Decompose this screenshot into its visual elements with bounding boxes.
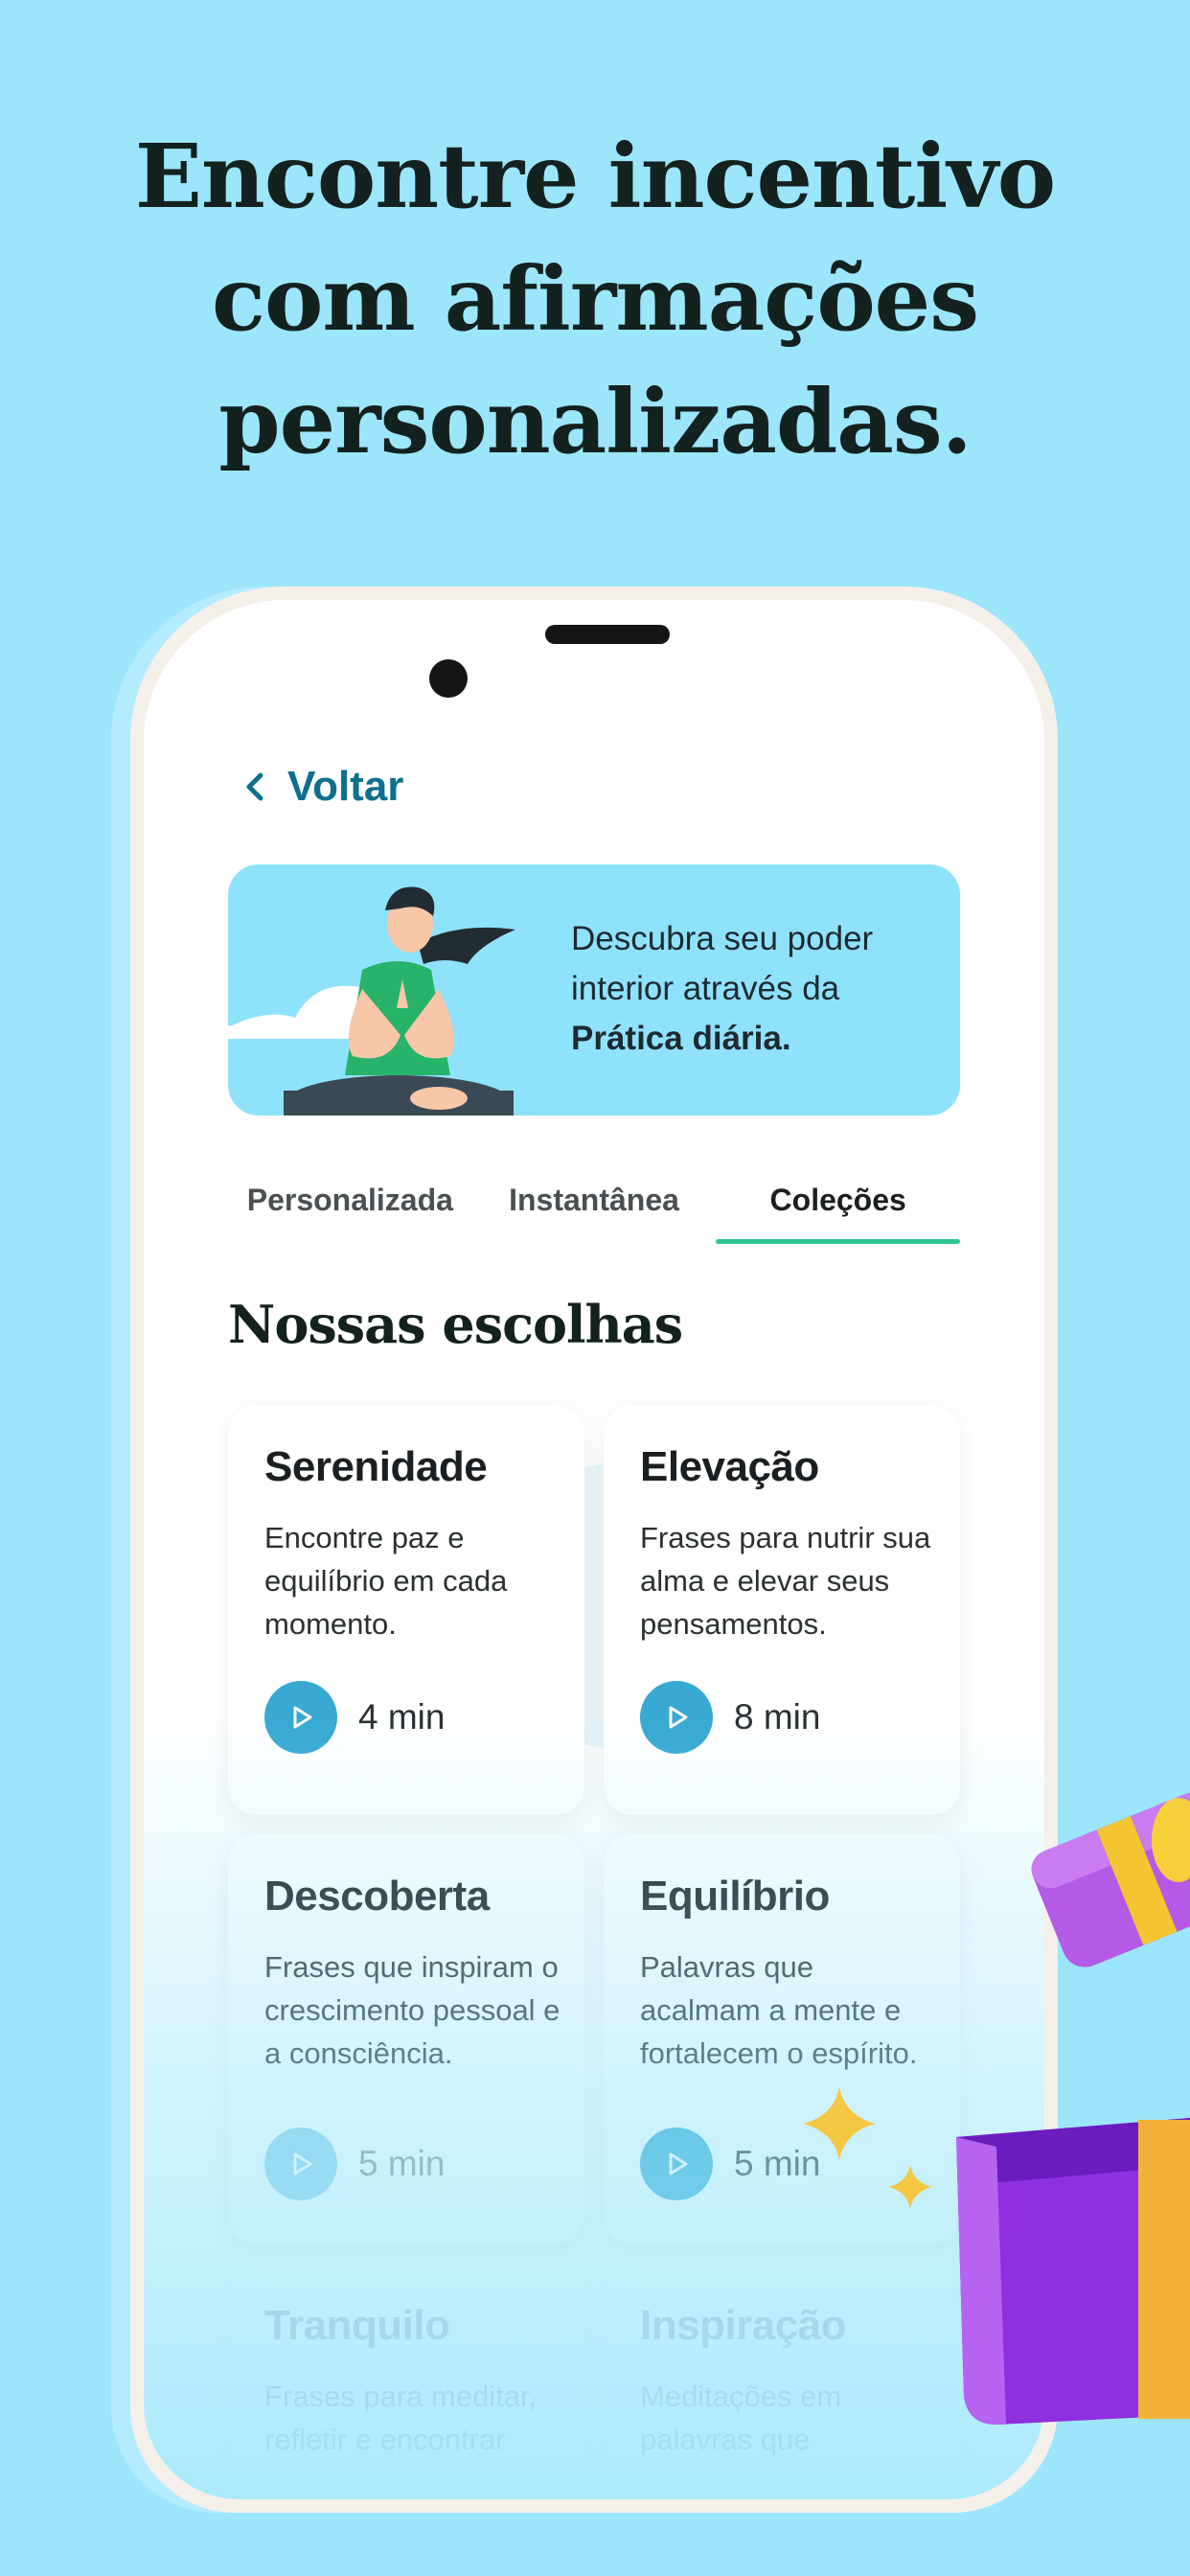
headline-line-1: Encontre incentivo — [134, 125, 1056, 228]
card-duration: 4 min — [358, 1697, 446, 1736]
play-button[interactable] — [640, 2128, 713, 2200]
card-description: Frases que inspiram o crescimento pessoa… — [264, 1950, 561, 2070]
card-duration: 8 min — [734, 1697, 821, 1736]
play-icon — [293, 2152, 312, 2175]
back-label: Voltar — [287, 763, 404, 810]
headline-line-3: personalizadas. — [218, 370, 973, 473]
phone-camera — [429, 659, 468, 698]
banner-line-3: Prática diária. — [571, 1020, 791, 1057]
tab-colecoes[interactable]: Coleções — [716, 1171, 960, 1244]
headline: Encontre incentivo com afirmações person… — [0, 115, 1190, 483]
card-description: Frases para nutrir sua alma e elevar seu… — [640, 1521, 931, 1641]
back-button[interactable]: Voltar — [241, 763, 403, 811]
practice-banner[interactable]: Descubra seu poder interior através da P… — [228, 864, 960, 1116]
card-title: Descoberta — [264, 1873, 490, 1920]
card-description: Palavras que acalmam a mente e fortalece… — [640, 1950, 918, 2070]
phone-screen: Voltar Descubra seu poder interior atrav… — [144, 600, 1044, 2499]
phone-speaker — [545, 625, 670, 644]
phone-frame: Voltar Descubra seu poder interior atrav… — [130, 586, 1058, 2513]
card-title: Tranquilo — [264, 2302, 450, 2349]
card-duration: 5 min — [358, 2144, 446, 2183]
tab-personalizada[interactable]: Personalizada — [228, 1171, 472, 1238]
play-icon — [669, 2152, 688, 2175]
card-play-row: 8 min — [640, 1681, 820, 1754]
tab-instantanea[interactable]: Instantânea — [472, 1171, 717, 1238]
banner-line-2: interior através da — [571, 970, 840, 1007]
collection-card-elevacao[interactable]: Elevação Frases para nutrir sua alma e e… — [604, 1405, 960, 1815]
banner-text: Descubra seu poder interior através da P… — [571, 914, 935, 1064]
collection-card-inspiracao[interactable]: Inspiração Meditações em palavras que — [604, 2264, 960, 2499]
collection-card-descoberta[interactable]: Descoberta Frases que inspiram o crescim… — [228, 1834, 584, 2244]
play-button[interactable] — [640, 1681, 713, 1754]
play-button[interactable] — [264, 2128, 337, 2200]
card-title: Inspiração — [640, 2302, 847, 2349]
gift-box-icon — [956, 1792, 1190, 2425]
chevron-left-icon — [246, 772, 263, 801]
collection-card-serenidade[interactable]: Serenidade Encontre paz e equilíbrio em … — [228, 1405, 584, 1815]
card-play-row: 5 min — [640, 2128, 820, 2200]
card-title: Serenidade — [264, 1443, 488, 1490]
card-description: Frases para meditar, refletir e encontra… — [264, 2380, 538, 2456]
play-button[interactable] — [264, 1681, 337, 1754]
card-play-row: 5 min — [264, 2128, 445, 2200]
card-play-row: 4 min — [264, 1681, 445, 1754]
tab-bar: Personalizada Instantânea Coleções — [228, 1171, 960, 1244]
banner-line-1: Descubra seu poder — [571, 920, 874, 957]
section-title: Nossas escolhas — [228, 1294, 683, 1355]
meditation-illustration — [228, 886, 515, 1116]
card-title: Elevação — [640, 1443, 819, 1490]
card-title: Equilíbrio — [640, 1873, 830, 1920]
play-icon — [293, 1706, 312, 1729]
collection-card-tranquilo[interactable]: Tranquilo Frases para meditar, refletir … — [228, 2264, 584, 2499]
headline-line-2: com afirmações — [211, 247, 979, 351]
sparkle-icon — [803, 2087, 876, 2160]
card-description: Encontre paz e equilíbrio em cada moment… — [264, 1521, 508, 1641]
card-description: Meditações em palavras que — [640, 2380, 842, 2456]
play-icon — [669, 1706, 688, 1729]
sparkle-icon — [888, 2165, 932, 2209]
